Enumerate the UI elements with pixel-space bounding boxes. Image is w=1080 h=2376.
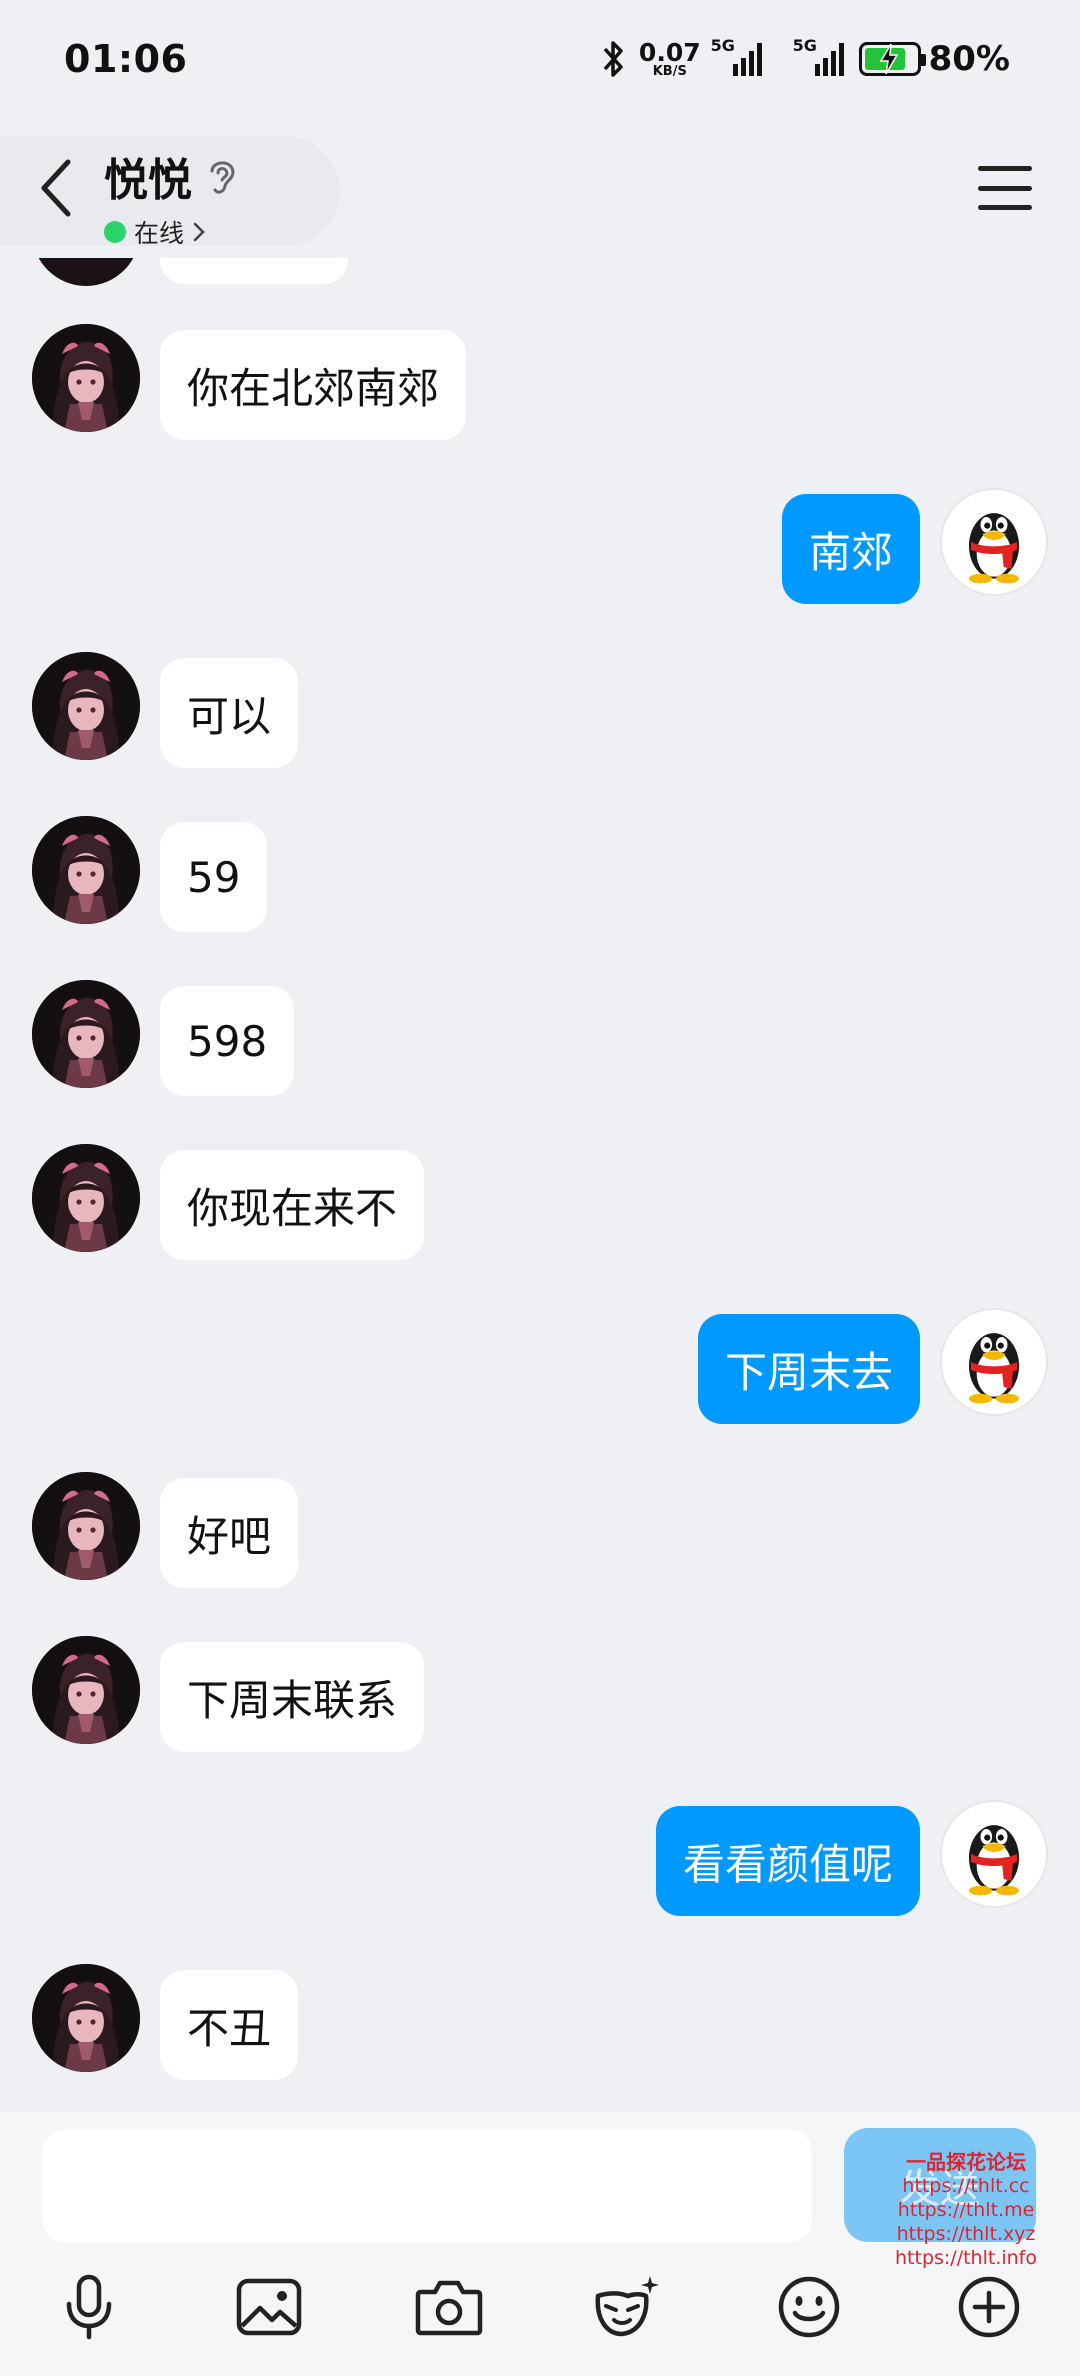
- camera-icon: [415, 2280, 483, 2336]
- message-bubble[interactable]: 看看颜值呢: [655, 1806, 920, 1916]
- emoji-button[interactable]: [774, 2272, 844, 2342]
- my-avatar[interactable]: [940, 488, 1048, 596]
- outgoing-message: 看看颜值呢: [0, 1800, 1080, 1916]
- incoming-message: 下周末联系: [0, 1636, 1080, 1752]
- chevron-right-icon: [193, 222, 205, 242]
- chevron-left-icon: [41, 159, 71, 217]
- incoming-message: 你在北郊南郊: [0, 324, 1080, 440]
- contact-avatar[interactable]: [32, 1964, 140, 2072]
- signal-sim1-icon: 5G: [711, 36, 765, 76]
- menu-icon: [978, 166, 1032, 171]
- input-toolbar: [0, 2262, 1080, 2362]
- message-bubble[interactable]: 好吧: [160, 1478, 299, 1588]
- outgoing-message: 南郊: [0, 488, 1080, 604]
- watermark-url: https://thlt.cc: [902, 2175, 1030, 2197]
- status-time: 01:06: [64, 37, 188, 81]
- contact-info[interactable]: 悦悦 在线: [104, 144, 238, 250]
- contact-name: 悦悦: [104, 155, 192, 206]
- contact-avatar[interactable]: [32, 324, 140, 432]
- bluetooth-icon: [603, 41, 623, 77]
- watermark-url: https://thlt.info: [895, 2247, 1037, 2269]
- ear-icon[interactable]: [206, 155, 238, 197]
- incoming-message: 好吧: [0, 1472, 1080, 1588]
- network-speed: 0.07 KB/S: [638, 38, 701, 79]
- contact-avatar[interactable]: [32, 1636, 140, 1744]
- message-list[interactable]: 你在北郊南郊南郊可以 59 598 你现在来不下周末去好吧下周末联系看看颜值呢不丑: [0, 258, 1080, 2112]
- contact-avatar[interactable]: [32, 1472, 140, 1580]
- battery-indicator: 80%: [858, 39, 1010, 79]
- image-icon: [236, 2278, 302, 2336]
- incoming-message: 你现在来不: [0, 1144, 1080, 1260]
- contact-avatar[interactable]: [32, 980, 140, 1088]
- back-button[interactable]: [36, 156, 76, 220]
- message-bubble[interactable]: 南郊: [781, 494, 920, 604]
- message-bubble[interactable]: 不丑: [160, 1970, 299, 2080]
- incoming-message: 可以: [0, 652, 1080, 768]
- message-bubble[interactable]: 下周末去: [697, 1314, 920, 1424]
- online-status[interactable]: 在线: [104, 214, 238, 250]
- plus-icon: [958, 2276, 1020, 2338]
- watermark-title: 一品探花论坛: [906, 2150, 1026, 2174]
- outgoing-message: 下周末去: [0, 1308, 1080, 1424]
- status-icons: 0.07 KB/S 5G 5G 80%: [601, 36, 1010, 79]
- my-avatar[interactable]: [940, 1308, 1048, 1416]
- voice-button[interactable]: [54, 2272, 124, 2342]
- chat-header: 悦悦 在线: [0, 118, 1080, 258]
- more-button[interactable]: [954, 2272, 1024, 2342]
- incoming-message: 不丑: [0, 1964, 1080, 2080]
- contact-avatar[interactable]: [32, 1144, 140, 1252]
- battery-icon: [858, 42, 926, 76]
- message-input[interactable]: [42, 2130, 812, 2242]
- message-bubble[interactable]: 你现在来不: [160, 1150, 425, 1260]
- my-avatar[interactable]: [940, 1800, 1048, 1908]
- watermark: 一品探花论坛 https://thlt.cc https://thlt.me h…: [856, 2150, 1076, 2270]
- message-bubble[interactable]: 59: [160, 822, 268, 932]
- online-status-label: 在线: [134, 219, 185, 248]
- message-bubble[interactable]: 你在北郊南郊: [160, 330, 467, 440]
- emoji-icon: [778, 2276, 840, 2338]
- message-bubble[interactable]: 下周末联系: [160, 1642, 425, 1752]
- watermark-url: https://thlt.me: [897, 2199, 1035, 2221]
- menu-button[interactable]: [978, 166, 1032, 210]
- incoming-message: 59: [0, 816, 1080, 932]
- previous-message-partial: [0, 258, 1080, 286]
- incoming-message: 598: [0, 980, 1080, 1096]
- message-bubble[interactable]: 598: [160, 986, 295, 1096]
- charging-bolt-icon: [879, 43, 898, 75]
- online-dot: [104, 221, 126, 243]
- camera-button[interactable]: [414, 2272, 484, 2342]
- message-bubble[interactable]: 可以: [160, 658, 299, 768]
- contact-avatar[interactable]: [32, 652, 140, 760]
- microphone-icon: [66, 2274, 112, 2340]
- signal-sim2-icon: 5G: [787, 36, 847, 76]
- status-bar: 01:06 0.07 KB/S 5G 5G 80%: [0, 0, 1080, 118]
- battery-percent: 80%: [928, 39, 1010, 79]
- image-button[interactable]: [234, 2272, 304, 2342]
- sticker-button[interactable]: [592, 2272, 662, 2342]
- sticker-face-icon: [595, 2276, 659, 2337]
- contact-avatar[interactable]: [32, 816, 140, 924]
- watermark-url: https://thlt.xyz: [896, 2223, 1036, 2245]
